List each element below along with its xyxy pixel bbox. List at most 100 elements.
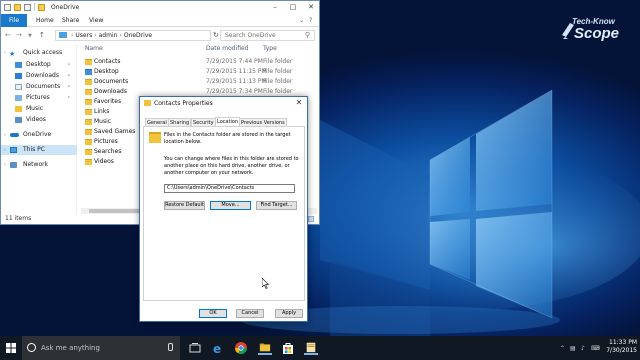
location-info-text: Files in the Contacts folder are stored …	[164, 132, 291, 145]
expand-arrow-icon[interactable]: ›	[4, 48, 6, 58]
documents-folder-icon	[85, 79, 92, 85]
file-row[interactable]: Documents 7/29/2015 11:13 PM File folder	[81, 77, 317, 87]
recent-locations-icon[interactable]: ▼	[28, 33, 32, 39]
nav-label: This PC	[23, 146, 45, 153]
tab-file[interactable]: File	[1, 14, 27, 27]
expand-arrow-icon[interactable]: ›	[4, 130, 6, 140]
nav-item-quick-access[interactable]: › ★ Quick access	[1, 48, 77, 58]
minimize-button[interactable]: –	[267, 1, 283, 14]
file-explorer-icon[interactable]	[258, 341, 272, 355]
file-date: 7/29/2015 11:15 PM	[206, 68, 267, 75]
window-title: OneDrive	[51, 4, 80, 11]
breadcrumb-admin[interactable]: admin	[99, 32, 118, 39]
folder-icon[interactable]	[304, 341, 318, 355]
customize-toolbar-icon[interactable]	[24, 3, 31, 11]
breadcrumb-onedrive[interactable]: OneDrive	[124, 32, 152, 39]
nav-item-network[interactable]: › Network	[1, 160, 77, 170]
edge-icon[interactable]: e	[210, 341, 224, 355]
nav-label: Quick access	[23, 49, 63, 56]
file-name: Music	[94, 118, 112, 125]
keyboard-icon[interactable]: ⌨	[591, 345, 600, 352]
properties-icon[interactable]	[4, 3, 11, 11]
quick-access-toolbar	[4, 3, 45, 11]
tab-previous-versions[interactable]: Previous Versions	[239, 118, 287, 126]
move-button[interactable]: Move...	[210, 201, 251, 210]
microphone-icon[interactable]	[168, 343, 173, 351]
network-tray-icon[interactable]: ▤	[570, 345, 576, 352]
address-bar[interactable]: › Users › admin › OneDrive	[55, 30, 211, 41]
apply-button[interactable]: Apply	[275, 309, 303, 318]
navigation-pane: › ★ Quick access Desktop ⋆ Downloads ⋆ D…	[1, 44, 77, 214]
cortana-search-box[interactable]: Ask me anything	[22, 336, 180, 360]
tab-security[interactable]: Security	[191, 118, 216, 126]
breadcrumb-users[interactable]: Users	[75, 32, 92, 39]
nav-item-this-pc[interactable]: › This PC	[1, 145, 77, 155]
forward-icon[interactable]: →	[16, 31, 22, 39]
file-name: Desktop	[94, 68, 119, 75]
location-tab-panel: Files in the Contacts folder are stored …	[143, 126, 305, 301]
nav-item-pictures[interactable]: Pictures ⋆	[1, 93, 77, 103]
dialog-close-button[interactable]: ✕	[294, 97, 304, 109]
location-path-input[interactable]: C:\Users\admin\OneDrive\Contacts	[164, 184, 295, 193]
nav-item-onedrive[interactable]: › OneDrive	[1, 130, 77, 140]
computer-icon	[10, 147, 17, 153]
search-placeholder: Search OneDrive	[225, 32, 276, 39]
file-name: Links	[94, 108, 110, 115]
file-name: Saved Games	[94, 128, 136, 135]
show-hidden-icons-icon[interactable]: ⌃	[560, 345, 565, 352]
restore-default-button[interactable]: Restore Default	[164, 201, 205, 210]
system-clock[interactable]: 11:33 PM 7/30/2015	[601, 339, 637, 355]
pin-icon[interactable]: ⋆	[67, 82, 71, 92]
downloads-folder-icon	[15, 73, 22, 79]
tab-sharing[interactable]: Sharing	[168, 118, 192, 126]
expand-arrow-icon[interactable]: ›	[4, 160, 6, 170]
breadcrumb-separator: ›	[94, 32, 97, 39]
expand-ribbon-icon[interactable]: ⌄	[299, 17, 304, 24]
search-input[interactable]: Search OneDrive ⚲	[220, 30, 315, 41]
saved-games-folder-icon	[85, 129, 92, 135]
nav-item-music[interactable]: Music	[1, 104, 77, 114]
tab-share[interactable]: Share	[62, 17, 79, 24]
help-icon[interactable]: ?	[309, 17, 312, 24]
nav-item-videos[interactable]: Videos	[1, 115, 77, 125]
music-folder-icon	[15, 106, 22, 112]
search-icon: ⚲	[304, 31, 310, 39]
tab-general[interactable]: General	[145, 118, 169, 126]
pin-icon[interactable]: ⋆	[67, 71, 71, 81]
tab-view[interactable]: View	[89, 17, 103, 24]
expand-arrow-icon[interactable]: ›	[4, 145, 6, 155]
new-folder-icon[interactable]	[14, 3, 21, 11]
file-name: Documents	[94, 78, 129, 85]
file-row[interactable]: Desktop 7/29/2015 11:15 PM File folder	[81, 67, 317, 77]
nav-item-documents[interactable]: Documents ⋆	[1, 82, 77, 92]
pin-icon[interactable]: ⋆	[67, 93, 71, 103]
file-row[interactable]: Contacts 7/29/2015 7:44 PM File folder	[81, 57, 317, 67]
videos-folder-icon	[85, 159, 92, 165]
tab-home[interactable]: Home	[36, 17, 54, 24]
up-icon[interactable]: ↑	[39, 31, 45, 39]
network-icon	[10, 162, 17, 168]
maximize-button[interactable]: □	[285, 1, 301, 14]
ok-button[interactable]: OK	[199, 309, 227, 318]
chrome-icon[interactable]	[234, 341, 248, 355]
pin-icon[interactable]: ⋆	[67, 60, 71, 70]
nav-label: Music	[26, 105, 44, 112]
task-view-icon[interactable]	[188, 341, 202, 355]
column-header-name[interactable]: Name	[85, 45, 103, 52]
find-target-button[interactable]: Find Target...	[256, 201, 297, 210]
back-icon[interactable]: ←	[5, 31, 11, 39]
nav-item-desktop[interactable]: Desktop ⋆	[1, 60, 77, 70]
clock-time: 11:33 PM	[609, 339, 637, 346]
dialog-title[interactable]: Contacts Properties	[144, 100, 213, 107]
store-icon[interactable]	[281, 341, 295, 355]
explorer-title-bar[interactable]: OneDrive – □ ✕	[1, 1, 319, 14]
close-button[interactable]: ✕	[303, 1, 319, 14]
volume-icon[interactable]: ♪	[581, 345, 585, 352]
nav-item-downloads[interactable]: Downloads ⋆	[1, 71, 77, 81]
mouse-cursor-icon	[262, 278, 270, 289]
cancel-button[interactable]: Cancel	[236, 309, 264, 318]
column-header-date[interactable]: Date modified	[206, 45, 249, 52]
clock-date: 7/30/2015	[606, 347, 637, 354]
windows-start-icon[interactable]	[6, 343, 16, 353]
column-header-type[interactable]: Type	[263, 45, 277, 52]
